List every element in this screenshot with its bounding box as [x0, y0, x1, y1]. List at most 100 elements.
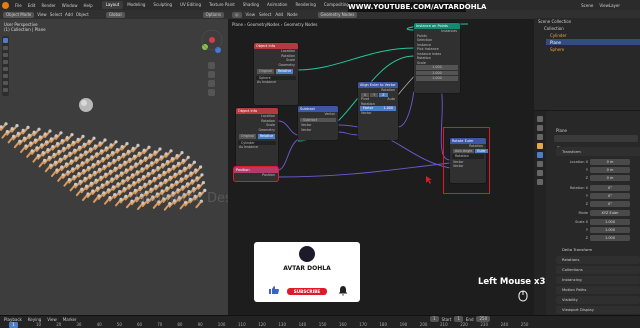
instance-sphere: [151, 169, 155, 173]
properties-editor[interactable]: Plane Plane Transform Location X0 m Y0 m…: [534, 110, 640, 316]
menu-render[interactable]: Render: [38, 3, 58, 8]
instance-sphere: [137, 151, 141, 155]
scene-selector[interactable]: Scene: [578, 3, 596, 8]
panel-delta-transform[interactable]: Delta Transform: [556, 246, 640, 253]
frame-tick-label: 80: [177, 322, 183, 327]
instance-sphere: [35, 146, 39, 150]
timeline-menu-playback[interactable]: Playback: [4, 317, 22, 322]
node-rotate-euler[interactable]: Rotate Euler Rotation Axis Angle Euler Ro…: [450, 138, 488, 183]
rotation-mode-row[interactable]: Mode XYZ Euler: [556, 210, 640, 217]
tab-sculpting[interactable]: Sculpting: [149, 1, 176, 9]
outliner-item-collection[interactable]: Collection: [544, 26, 564, 31]
instance-sphere: [197, 184, 201, 188]
tab-uv-editing[interactable]: UV Editing: [176, 1, 205, 9]
instance-sphere: [87, 139, 91, 143]
view-layer-selector[interactable]: ViewLayer: [596, 3, 640, 8]
instance-sphere: [137, 178, 141, 182]
rotation-x-row[interactable]: Rotation X 0°: [556, 185, 640, 192]
like-thumb-icon[interactable]: [268, 285, 280, 295]
instance-sphere: [83, 176, 87, 180]
instance-sphere: [142, 175, 146, 179]
location-z-row[interactable]: Z0 m: [556, 175, 640, 182]
watermark-text: Geometric Design: [135, 191, 228, 206]
mouse-cursor-icon: [426, 176, 432, 184]
blender-logo-icon[interactable]: [2, 1, 9, 9]
object-name-field[interactable]: Plane: [556, 128, 567, 133]
instance-sphere: [102, 191, 106, 195]
instance-sphere: [128, 157, 132, 161]
outliner-item-sphere[interactable]: Sphere: [550, 47, 564, 52]
panel-instancing[interactable]: Instancing: [556, 276, 640, 284]
instance-sphere: [98, 141, 102, 145]
tab-animation[interactable]: Animation: [263, 1, 291, 9]
tab-rendering[interactable]: Rendering: [291, 1, 319, 9]
instance-sphere: [100, 183, 104, 187]
tab-layout[interactable]: Layout: [101, 1, 124, 9]
panel-collections[interactable]: Collections: [556, 266, 640, 274]
location-x-row[interactable]: Location X0 m: [556, 159, 640, 166]
instance-sphere: [79, 153, 83, 157]
node-position[interactable]: Position Position: [234, 167, 278, 181]
node-object-info-sphere[interactable]: Object Info Location Rotation Scale Geom…: [254, 43, 298, 105]
scale-x-row[interactable]: Scale X 1.000: [556, 219, 640, 226]
blender-window: File Edit Render Window Help Layout Mode…: [0, 0, 640, 328]
menu-file[interactable]: File: [12, 3, 25, 8]
outliner[interactable]: Scene Collection Collection Cylinder Pla…: [534, 10, 640, 110]
scale-z-row[interactable]: Z 1.000: [556, 235, 640, 242]
tab-shading[interactable]: Shading: [239, 1, 263, 9]
instance-sphere: [94, 178, 98, 182]
instance-sphere: [194, 168, 198, 172]
frame-tick-label: 240: [500, 322, 509, 327]
tab-modeling[interactable]: Modeling: [123, 1, 149, 9]
instance-sphere: [122, 152, 126, 156]
timeline[interactable]: Playback Keying View Marker 1 Start 1 En…: [0, 315, 640, 328]
3d-viewport[interactable]: Object Mode View Select Add Object Globa…: [0, 10, 228, 315]
instance-sphere: [131, 173, 135, 177]
outliner-scene-collection[interactable]: Scene Collection: [538, 19, 571, 24]
object-name-input[interactable]: Plane: [554, 135, 638, 151]
timeline-menu-keying[interactable]: Keying: [28, 317, 41, 322]
rotation-z-row[interactable]: Z 0°: [556, 201, 640, 208]
frame-ruler[interactable]: 10 20 30 40 50 60 70 80 90 100 110 120 130 140 150 160 1…: [0, 322, 640, 328]
playhead[interactable]: 1: [9, 322, 18, 328]
tab-texture-paint[interactable]: Texture Paint: [205, 1, 239, 9]
menu-edit[interactable]: Edit: [25, 3, 39, 8]
instance-sphere: [29, 141, 33, 145]
panel-relations[interactable]: Relations: [556, 256, 640, 264]
node-object-info-cylinder[interactable]: Object Info Location Rotation Scale Geom…: [236, 108, 278, 172]
outliner-item-cylinder[interactable]: Cylinder: [550, 33, 567, 38]
instance-sphere: [54, 134, 58, 138]
panel-motion-paths[interactable]: Motion Paths: [556, 286, 640, 294]
instance-sphere: [85, 158, 89, 162]
instance-sphere: [134, 162, 138, 166]
panel-transform[interactable]: Transform: [556, 147, 640, 156]
frame-tick-label: 250: [520, 322, 529, 327]
node-subtract[interactable]: Subtract Vector Subtract Vector Vector: [298, 106, 338, 140]
outliner-item-plane[interactable]: Plane: [550, 40, 561, 45]
bell-icon[interactable]: [337, 285, 349, 296]
menu-help[interactable]: Help: [80, 3, 95, 8]
node-align-euler-to-vector[interactable]: Align Euler to Vector Rotation XYZ Pivot…: [358, 82, 398, 140]
instance-sphere: [190, 179, 194, 183]
subscribe-button[interactable]: SUBSCRIBE: [287, 288, 327, 295]
timeline-menu-view[interactable]: View: [47, 317, 57, 322]
instance-sphere: [181, 158, 185, 162]
instance-sphere: [199, 165, 203, 169]
panel-visibility[interactable]: Visibility: [556, 296, 640, 304]
node-instance-on-points[interactable]: Instance on Points Instances Points Sele…: [414, 23, 460, 93]
instance-sphere: [106, 154, 110, 158]
instance-sphere: [166, 160, 170, 164]
menu-window[interactable]: Window: [59, 3, 81, 8]
instance-sphere: [147, 145, 151, 149]
instance-sphere: [21, 128, 25, 132]
instance-sphere: [175, 180, 179, 184]
timeline-menu-marker[interactable]: Marker: [63, 317, 77, 322]
scale-y-row[interactable]: Y 1.000: [556, 227, 640, 234]
instance-sphere: [172, 164, 176, 168]
panel-viewport-display[interactable]: Viewport Display: [556, 306, 640, 314]
instance-sphere: [115, 174, 119, 178]
rotation-y-row[interactable]: Y 0°: [556, 193, 640, 200]
location-y-row[interactable]: Y0 m: [556, 167, 640, 174]
frame-tick-label: 140: [298, 322, 307, 327]
frame-tick-label: 190: [399, 322, 408, 327]
